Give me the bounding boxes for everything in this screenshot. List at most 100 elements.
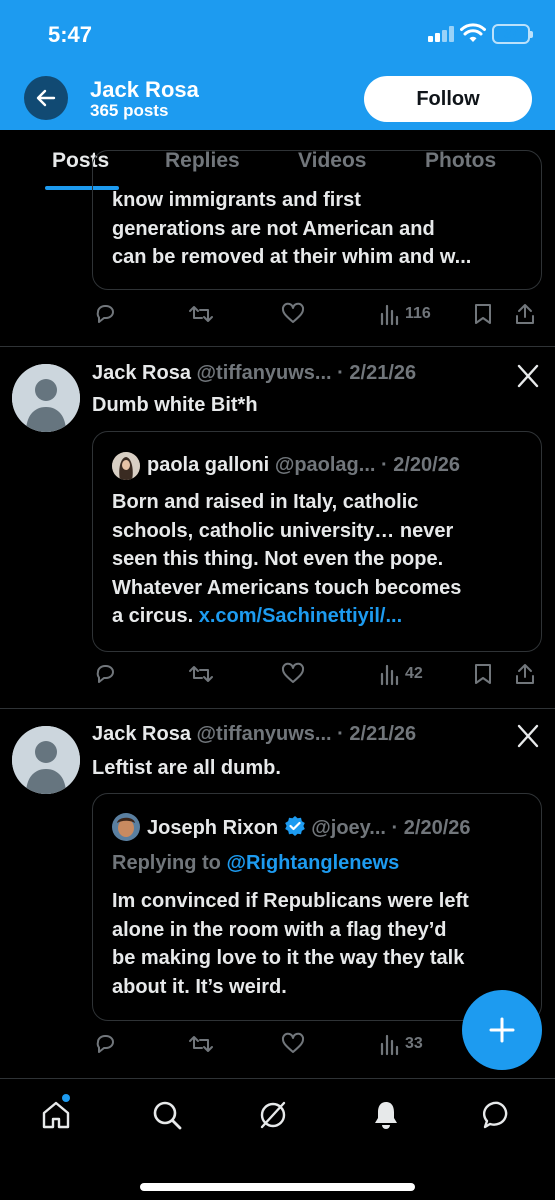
like-button[interactable] (281, 302, 305, 326)
quote-line: a circus. x.com/Sachinettiyil/... (112, 602, 461, 631)
back-button[interactable] (24, 76, 68, 120)
replying-prefix: Replying to (112, 852, 221, 874)
quoted-post-text: Im convinced if Republicans were left al… (112, 887, 469, 1001)
quote-line: about it. It’s weird. (112, 975, 287, 998)
heart-icon (281, 302, 305, 323)
default-avatar-icon (12, 726, 80, 794)
bookmark-icon (475, 664, 491, 684)
person-photo-icon (112, 452, 140, 480)
search-icon[interactable] (151, 1099, 183, 1131)
home-indicator (140, 1183, 415, 1191)
post-divider (0, 346, 555, 347)
repost-button[interactable] (188, 1032, 214, 1056)
post-actions: 42 (0, 662, 555, 692)
author-name[interactable]: Jack Rosa (92, 723, 191, 745)
reply-icon (96, 665, 114, 683)
grok-icon[interactable] (257, 1099, 289, 1131)
avatar[interactable] (12, 364, 80, 432)
notifications-bell-icon[interactable] (370, 1099, 402, 1131)
post-date: · 2/21/26 (337, 362, 417, 384)
default-avatar-icon (12, 364, 80, 432)
profile-header: 5:47 37 Jack Rosa 365 posts Follow (0, 0, 555, 130)
repost-button[interactable] (188, 302, 214, 326)
reply-button[interactable] (93, 302, 117, 326)
battery-level: 37 (503, 26, 519, 41)
post-date: · 2/21/26 (337, 723, 417, 745)
post-header: Jack Rosa @tiffanyuws... · 2/21/26 (92, 362, 416, 388)
repost-button[interactable] (188, 662, 214, 686)
post-text: Dumb white Bit*h (92, 394, 258, 416)
share-icon (516, 304, 534, 324)
repost-icon (189, 306, 213, 322)
quote-date: · 2/20/26 (381, 454, 460, 476)
repost-icon (189, 1036, 213, 1052)
status-bar: 5:47 37 (0, 0, 555, 60)
quote-line: generations are not American and (112, 217, 435, 240)
quote-avatar (112, 452, 140, 480)
person-photo-icon (112, 813, 140, 841)
quoted-post-text: Born and raised in Italy, catholic schoo… (112, 488, 461, 631)
replying-to-link[interactable]: @Rightanglenews (226, 852, 399, 874)
x-logo-icon (517, 724, 539, 748)
share-button[interactable] (513, 302, 537, 326)
quote-author: Joseph Rixon (147, 817, 279, 839)
views-icon (380, 664, 399, 686)
compose-post-button[interactable] (462, 990, 542, 1070)
bookmark-button[interactable] (472, 302, 494, 326)
views-count: 116 (405, 305, 431, 322)
like-button[interactable] (281, 1032, 305, 1056)
views-button[interactable]: 42 (379, 662, 423, 686)
messages-icon[interactable] (482, 1099, 514, 1131)
quote-handle: @paolag... (274, 454, 376, 476)
author-name[interactable]: Jack Rosa (92, 362, 191, 384)
author-handle[interactable]: @tiffanyuws... (197, 723, 332, 745)
post-text: Leftist are all dumb. (92, 757, 281, 779)
reply-icon (96, 1035, 114, 1053)
profile-name: Jack Rosa (90, 77, 199, 102)
post-divider (0, 708, 555, 709)
quote-handle: @joey... (311, 817, 386, 839)
bookmark-button[interactable] (472, 662, 494, 686)
notification-dot (62, 1094, 70, 1102)
heart-icon (281, 1032, 305, 1053)
verified-badge-icon (284, 816, 305, 836)
quote-line: seen this thing. Not even the pope. (112, 548, 444, 570)
views-icon (380, 1034, 399, 1056)
posts-count: 365 posts (90, 101, 169, 120)
home-icon[interactable] (40, 1099, 72, 1131)
views-button[interactable]: 116 (379, 302, 431, 326)
status-time: 5:47 (48, 22, 93, 47)
avatar[interactable] (12, 726, 80, 794)
repost-icon (189, 666, 213, 682)
quote-line: Born and raised in Italy, catholic (112, 491, 419, 513)
like-button[interactable] (281, 662, 305, 686)
quote-author: paola galloni (147, 454, 270, 476)
author-handle[interactable]: @tiffanyuws... (197, 362, 332, 384)
quote-link[interactable]: x.com/Sachinettiyil/... (199, 605, 402, 627)
wifi-icon (460, 23, 486, 42)
reply-button[interactable] (93, 662, 117, 686)
quote-avatar (112, 813, 140, 841)
reply-button[interactable] (93, 1032, 117, 1056)
replying-to: Replying to @Rightanglenews (112, 849, 399, 878)
reply-icon (96, 305, 114, 323)
views-count: 42 (405, 665, 423, 682)
post-header: Jack Rosa @tiffanyuws... · 2/21/26 (92, 723, 416, 749)
bottom-navigation (0, 1078, 555, 1200)
arrow-left-icon (36, 89, 56, 107)
share-icon (516, 664, 534, 684)
quoted-post-text: know immigrants and first generations ar… (112, 186, 471, 272)
quote-line: know immigrants and first (112, 189, 361, 211)
heart-icon (281, 662, 305, 683)
quote-line: alone in the room with a flag they’d (112, 918, 447, 941)
share-button[interactable] (513, 662, 537, 686)
quote-date: · 2/20/26 (391, 817, 471, 839)
quote-line: be making love to it the way they talk (112, 947, 465, 969)
follow-button[interactable]: Follow (364, 76, 532, 122)
quote-line: Whatever Americans touch becomes (112, 576, 462, 599)
views-count: 33 (405, 1035, 423, 1052)
views-button[interactable]: 33 (379, 1032, 423, 1056)
quote-header: Joseph Rixon @joey... · 2/20/26 (147, 815, 471, 841)
cellular-signal-icon (428, 26, 456, 42)
quote-line: Im convinced if Republicans were left (112, 890, 469, 912)
